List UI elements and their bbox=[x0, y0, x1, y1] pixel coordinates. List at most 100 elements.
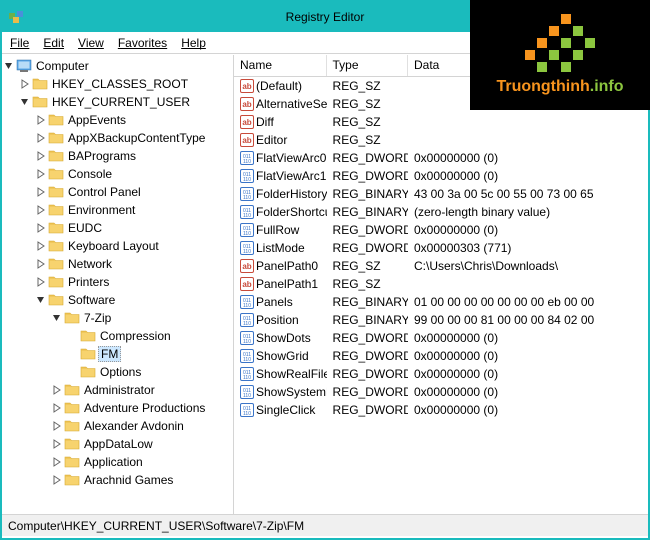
tree-7zip-child[interactable]: Options bbox=[2, 363, 233, 381]
value-row[interactable]: PanelsREG_BINARY01 00 00 00 00 00 00 00 … bbox=[234, 293, 648, 311]
binary-value-icon bbox=[240, 331, 254, 345]
value-name: Diff bbox=[256, 115, 274, 129]
tree-hkcr[interactable]: HKEY_CLASSES_ROOT bbox=[2, 75, 233, 93]
binary-value-icon bbox=[240, 313, 254, 327]
tree-item[interactable]: AppXBackupContentType bbox=[2, 129, 233, 147]
value-row[interactable]: PanelPath1REG_SZ bbox=[234, 275, 648, 293]
expander-closed-icon[interactable] bbox=[34, 221, 48, 235]
values-scroll[interactable]: Name Type Data (Default)REG_SZAlternativ… bbox=[234, 55, 648, 514]
values-pane: Name Type Data (Default)REG_SZAlternativ… bbox=[234, 55, 648, 514]
tree-scroll[interactable]: ComputerHKEY_CLASSES_ROOTHKEY_CURRENT_US… bbox=[2, 55, 233, 514]
folder-icon bbox=[80, 346, 96, 362]
menu-favorites[interactable]: Favorites bbox=[118, 36, 167, 50]
tree-item[interactable]: Application bbox=[2, 453, 233, 471]
value-type: REG_DWORD bbox=[327, 223, 408, 237]
value-type: REG_SZ bbox=[327, 133, 408, 147]
string-value-icon bbox=[240, 133, 254, 147]
folder-icon bbox=[48, 166, 64, 182]
expander-closed-icon[interactable] bbox=[50, 383, 64, 397]
expander-open-icon[interactable] bbox=[2, 59, 16, 73]
expander-closed-icon[interactable] bbox=[34, 131, 48, 145]
tree-item[interactable]: EUDC bbox=[2, 219, 233, 237]
value-type: REG_SZ bbox=[327, 259, 408, 273]
logo-graphic bbox=[525, 14, 595, 72]
tree-item[interactable]: Alexander Avdonin bbox=[2, 417, 233, 435]
tree-hkcu[interactable]: HKEY_CURRENT_USER bbox=[2, 93, 233, 111]
value-row[interactable]: ListModeREG_DWORD0x00000303 (771) bbox=[234, 239, 648, 257]
value-row[interactable]: FolderHistoryREG_BINARY43 00 3a 00 5c 00… bbox=[234, 185, 648, 203]
expander-closed-icon[interactable] bbox=[50, 473, 64, 487]
menu-help[interactable]: Help bbox=[181, 36, 206, 50]
value-type: REG_BINARY bbox=[327, 205, 408, 219]
value-row[interactable]: FolderShortcutsREG_BINARY(zero-length bi… bbox=[234, 203, 648, 221]
value-row[interactable]: ShowRealFileIco...REG_DWORD0x00000000 (0… bbox=[234, 365, 648, 383]
expander-closed-icon[interactable] bbox=[34, 167, 48, 181]
folder-icon bbox=[64, 436, 80, 452]
value-type: REG_DWORD bbox=[327, 403, 408, 417]
tree-item[interactable]: AppEvents bbox=[2, 111, 233, 129]
expander-closed-icon[interactable] bbox=[50, 455, 64, 469]
menu-edit[interactable]: Edit bbox=[43, 36, 64, 50]
value-row[interactable]: ShowDotsREG_DWORD0x00000000 (0) bbox=[234, 329, 648, 347]
folder-icon bbox=[64, 382, 80, 398]
value-data: 0x00000303 (771) bbox=[408, 241, 648, 255]
value-type: REG_BINARY bbox=[327, 187, 408, 201]
value-row[interactable]: FlatViewArc1REG_DWORD0x00000000 (0) bbox=[234, 167, 648, 185]
tree-item[interactable]: Console bbox=[2, 165, 233, 183]
value-name: AlternativeSelec... bbox=[256, 97, 327, 111]
tree-7zip-child[interactable]: Compression bbox=[2, 327, 233, 345]
tree-item[interactable]: Adventure Productions bbox=[2, 399, 233, 417]
tree-item[interactable]: Control Panel bbox=[2, 183, 233, 201]
binary-value-icon bbox=[240, 169, 254, 183]
expander-closed-icon[interactable] bbox=[50, 437, 64, 451]
expander-closed-icon[interactable] bbox=[34, 239, 48, 253]
tree-item[interactable]: Environment bbox=[2, 201, 233, 219]
tree-item[interactable]: AppDataLow bbox=[2, 435, 233, 453]
menu-file[interactable]: File bbox=[10, 36, 29, 50]
column-header-name[interactable]: Name bbox=[234, 55, 327, 76]
value-data: (zero-length binary value) bbox=[408, 205, 648, 219]
value-row[interactable]: FlatViewArc0REG_DWORD0x00000000 (0) bbox=[234, 149, 648, 167]
tree-7zip-child[interactable]: FM bbox=[2, 345, 233, 363]
column-header-type[interactable]: Type bbox=[327, 55, 408, 76]
tree-item[interactable]: Keyboard Layout bbox=[2, 237, 233, 255]
tree-7zip[interactable]: 7-Zip bbox=[2, 309, 233, 327]
tree-item[interactable]: Arachnid Games bbox=[2, 471, 233, 489]
expander-closed-icon[interactable] bbox=[34, 185, 48, 199]
tree-item[interactable]: BAPrograms bbox=[2, 147, 233, 165]
tree-item[interactable]: Administrator bbox=[2, 381, 233, 399]
binary-value-icon bbox=[240, 151, 254, 165]
tree-item[interactable]: Network bbox=[2, 255, 233, 273]
expander-closed-icon[interactable] bbox=[34, 275, 48, 289]
value-row[interactable]: ShowSystemMe...REG_DWORD0x00000000 (0) bbox=[234, 383, 648, 401]
value-data: 0x00000000 (0) bbox=[408, 349, 648, 363]
expander-closed-icon[interactable] bbox=[34, 113, 48, 127]
expander-open-icon[interactable] bbox=[18, 95, 32, 109]
value-row[interactable]: ShowGridREG_DWORD0x00000000 (0) bbox=[234, 347, 648, 365]
expander-closed-icon[interactable] bbox=[18, 77, 32, 91]
value-data: 0x00000000 (0) bbox=[408, 331, 648, 345]
tree-item[interactable]: Printers bbox=[2, 273, 233, 291]
value-name: FolderShortcuts bbox=[256, 205, 327, 219]
value-name: FolderHistory bbox=[256, 187, 327, 201]
value-row[interactable]: SingleClickREG_DWORD0x00000000 (0) bbox=[234, 401, 648, 419]
expander-open-icon[interactable] bbox=[50, 311, 64, 325]
folder-icon bbox=[48, 202, 64, 218]
value-data: C:\Users\Chris\Downloads\ bbox=[408, 259, 648, 273]
value-row[interactable]: PanelPath0REG_SZC:\Users\Chris\Downloads… bbox=[234, 257, 648, 275]
expander-closed-icon[interactable] bbox=[34, 203, 48, 217]
expander-closed-icon[interactable] bbox=[34, 257, 48, 271]
expander-open-icon[interactable] bbox=[34, 293, 48, 307]
expander-closed-icon[interactable] bbox=[50, 419, 64, 433]
expander-closed-icon[interactable] bbox=[50, 401, 64, 415]
value-data: 01 00 00 00 00 00 00 00 eb 00 00 bbox=[408, 295, 648, 309]
tree-item[interactable]: Software bbox=[2, 291, 233, 309]
value-name: ShowDots bbox=[256, 331, 311, 345]
expander-closed-icon[interactable] bbox=[34, 149, 48, 163]
value-row[interactable]: FullRowREG_DWORD0x00000000 (0) bbox=[234, 221, 648, 239]
menu-view[interactable]: View bbox=[78, 36, 104, 50]
tree-root-computer[interactable]: Computer bbox=[2, 57, 233, 75]
value-row[interactable]: PositionREG_BINARY99 00 00 00 81 00 00 0… bbox=[234, 311, 648, 329]
value-row[interactable]: EditorREG_SZ bbox=[234, 131, 648, 149]
value-row[interactable]: DiffREG_SZ bbox=[234, 113, 648, 131]
